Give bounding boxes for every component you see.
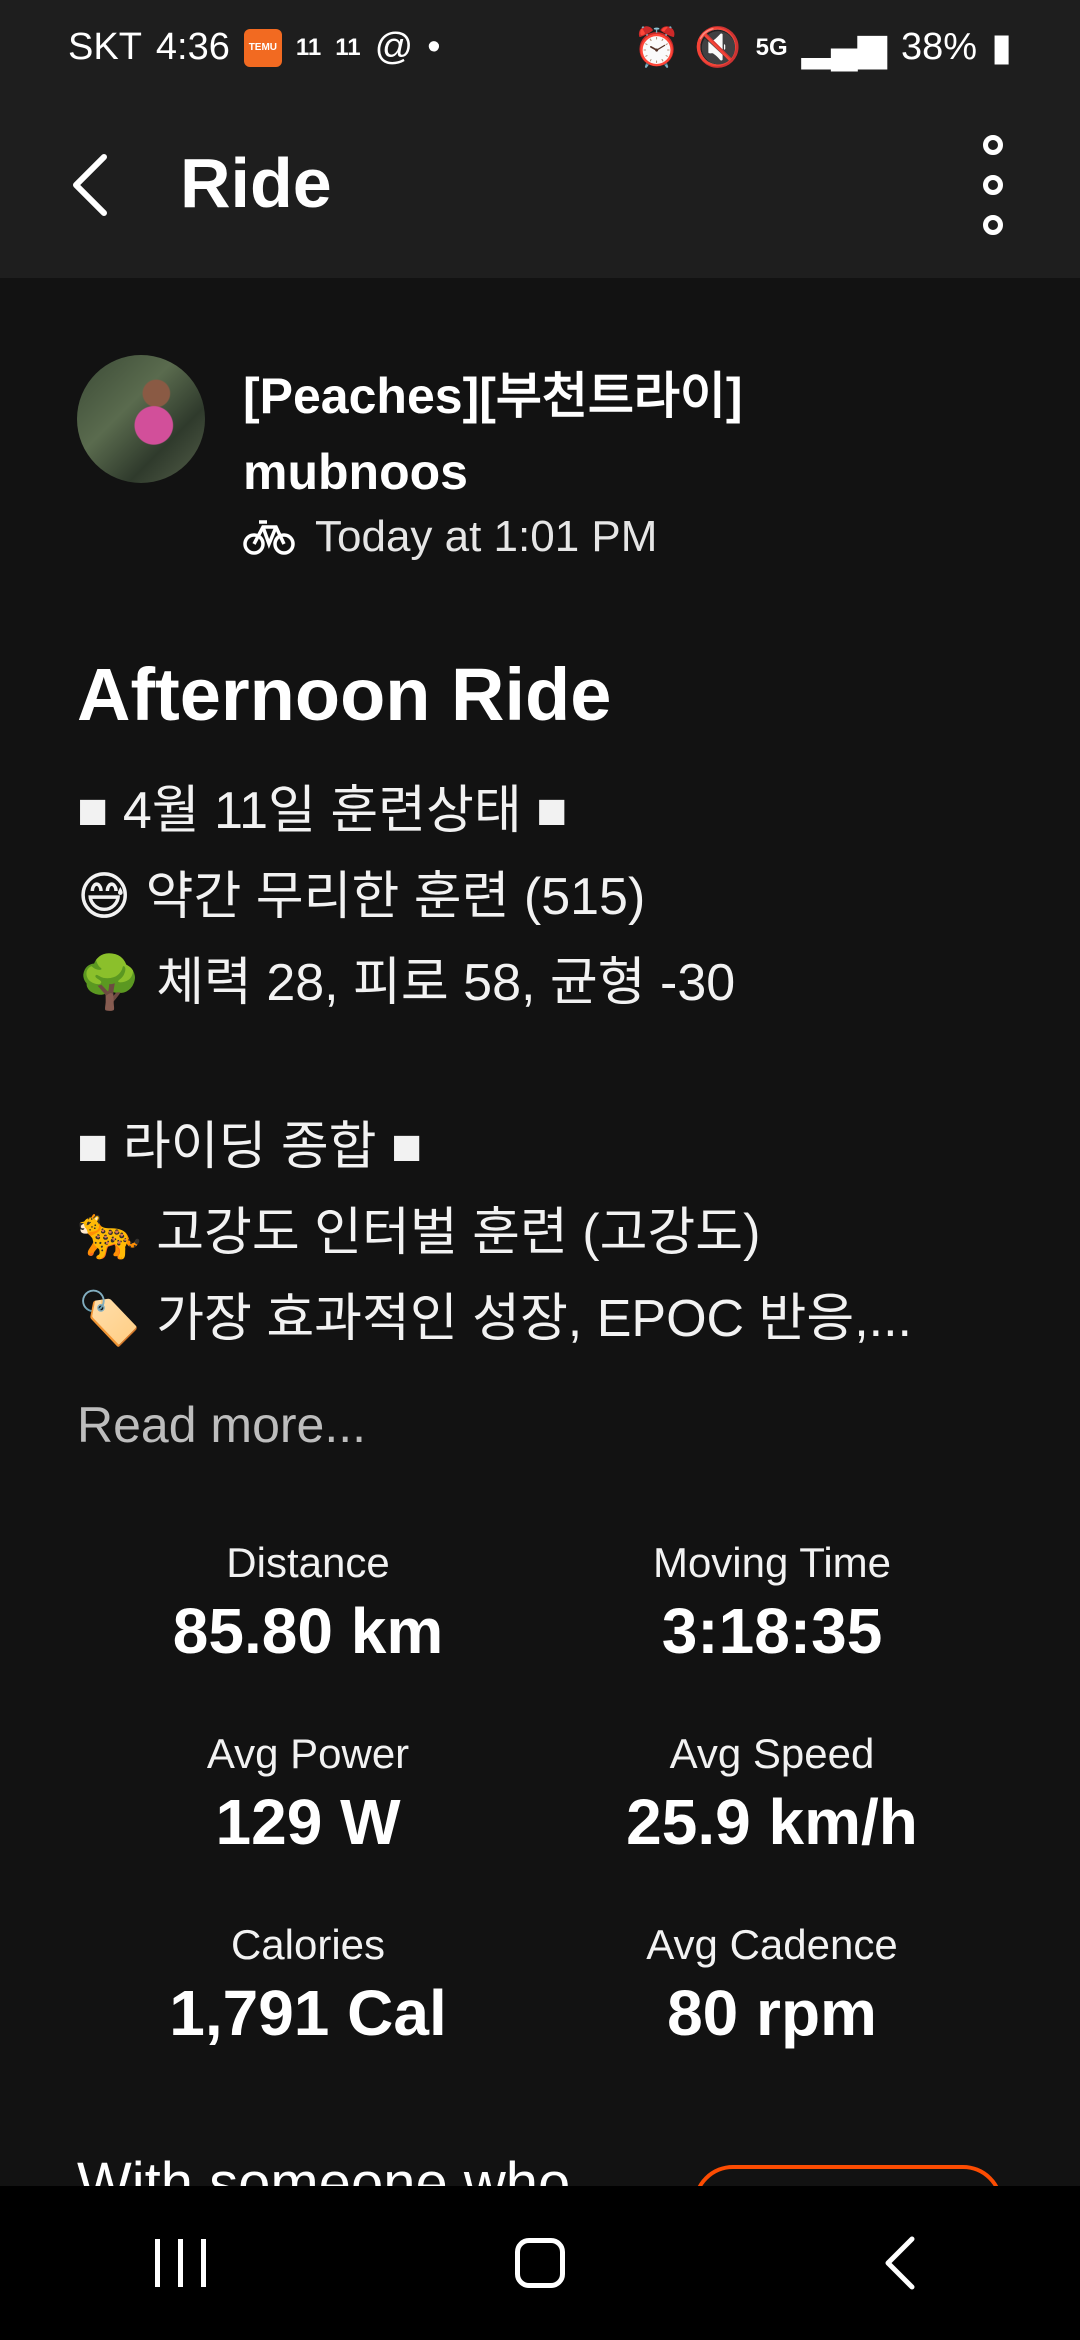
description-line: 😅 약간 무리한 훈련 (515) bbox=[77, 868, 646, 926]
stat-value: 85.80 km bbox=[172, 1595, 444, 1667]
battery-icon: ▮ bbox=[991, 27, 1012, 69]
stat-distance: Distance 85.80 km bbox=[78, 1535, 538, 1671]
stat-label: Distance bbox=[226, 1539, 390, 1586]
description-blank-line bbox=[77, 1026, 1017, 1104]
stat-value: 80 rpm bbox=[667, 1977, 877, 2049]
stat-value: 1,791 Cal bbox=[169, 1977, 447, 2049]
notification-dot: • bbox=[427, 26, 441, 68]
stat-avg-speed: Avg Speed 25.9 km/h bbox=[542, 1726, 1002, 1862]
activity-timestamp: Today at 1:01 PM bbox=[315, 512, 658, 561]
status-bar: SKT 4:36 TEMU 11 11 @ • ⏰ 🔇 5G ▂▄▆ 38% ▮ bbox=[0, 0, 1080, 95]
more-vertical-icon-dot bbox=[983, 175, 1003, 195]
athlete-name-line1: [Peaches][부천트라이] bbox=[243, 368, 743, 424]
threads-icon: @ bbox=[374, 26, 414, 68]
activity-title: Afternoon Ride bbox=[77, 653, 612, 736]
stat-label: Avg Cadence bbox=[646, 1921, 898, 1968]
clock: 4:36 bbox=[155, 26, 230, 68]
stat-label: Avg Speed bbox=[669, 1730, 875, 1777]
stat-value: 3:18:35 bbox=[661, 1595, 883, 1667]
alarm-icon: ⏰ bbox=[632, 26, 681, 69]
more-options-button[interactable] bbox=[968, 135, 1018, 235]
description-line: 🏷️ 가장 효과적인 성장, EPOC 반응,... bbox=[77, 1290, 912, 1348]
stat-value: 25.9 km/h bbox=[626, 1786, 918, 1858]
stat-avg-power: Avg Power 129 W bbox=[78, 1726, 538, 1862]
stat-label: Calories bbox=[230, 1921, 386, 1968]
signal-icon: ▂▄▆ bbox=[801, 27, 888, 69]
more-vertical-icon bbox=[983, 135, 1003, 155]
description-line: ■ 4월 11일 훈련상태 ■ bbox=[77, 782, 568, 840]
temu-app-icon: TEMU bbox=[243, 28, 282, 67]
home-icon bbox=[515, 2238, 565, 2288]
system-nav-bar bbox=[0, 2186, 1080, 2340]
stat-label: Moving Time bbox=[652, 1539, 892, 1586]
home-button[interactable] bbox=[480, 2213, 600, 2313]
read-more-link[interactable]: Read more... bbox=[77, 1396, 366, 1454]
stat-avg-cadence: Avg Cadence 80 rpm bbox=[542, 1917, 1002, 2053]
stat-moving-time: Moving Time 3:18:35 bbox=[542, 1535, 1002, 1671]
battery-level: 38% bbox=[901, 26, 978, 68]
description-line: ■ 라이딩 종합 ■ bbox=[77, 1118, 423, 1176]
app-bar: Ride bbox=[0, 95, 1080, 278]
back-arrow-icon bbox=[885, 2236, 915, 2290]
back-button[interactable] bbox=[60, 145, 120, 225]
recent-apps-button[interactable] bbox=[120, 2213, 240, 2313]
notification-11st-icon: 11 bbox=[295, 33, 322, 61]
description-line: 🌳 체력 28, 피로 58, 균형 -30 bbox=[77, 954, 736, 1012]
mute-icon: 🔇 bbox=[694, 26, 742, 69]
bike-icon bbox=[243, 520, 295, 555]
athlete-name[interactable]: [Peaches][부천트라이] mubnoos bbox=[243, 358, 1023, 510]
carrier: SKT bbox=[68, 26, 142, 68]
notification-11st-icon-2: 11 bbox=[335, 33, 361, 61]
athlete-avatar[interactable] bbox=[77, 355, 205, 483]
stat-label: Avg Power bbox=[206, 1730, 410, 1777]
recent-apps-icon bbox=[154, 2239, 206, 2287]
stat-value: 129 W bbox=[215, 1786, 401, 1858]
description-line: 🐆 고강도 인터벌 훈련 (고강도) bbox=[77, 1204, 761, 1262]
page-title: Ride bbox=[180, 144, 332, 222]
system-back-button[interactable] bbox=[840, 2213, 960, 2313]
more-vertical-icon-dot bbox=[983, 215, 1003, 235]
chevron-left-icon bbox=[73, 154, 107, 216]
activity-meta: Today at 1:01 PM bbox=[243, 512, 657, 562]
athlete-name-line2: mubnoos bbox=[243, 444, 468, 500]
activity-description: ■ 4월 11일 훈련상태 ■ 😅 약간 무리한 훈련 (515) 🌳 체력 2… bbox=[77, 768, 1017, 1362]
stat-calories: Calories 1,791 Cal bbox=[78, 1917, 538, 2053]
network-5g-icon: 5G bbox=[755, 33, 788, 61]
